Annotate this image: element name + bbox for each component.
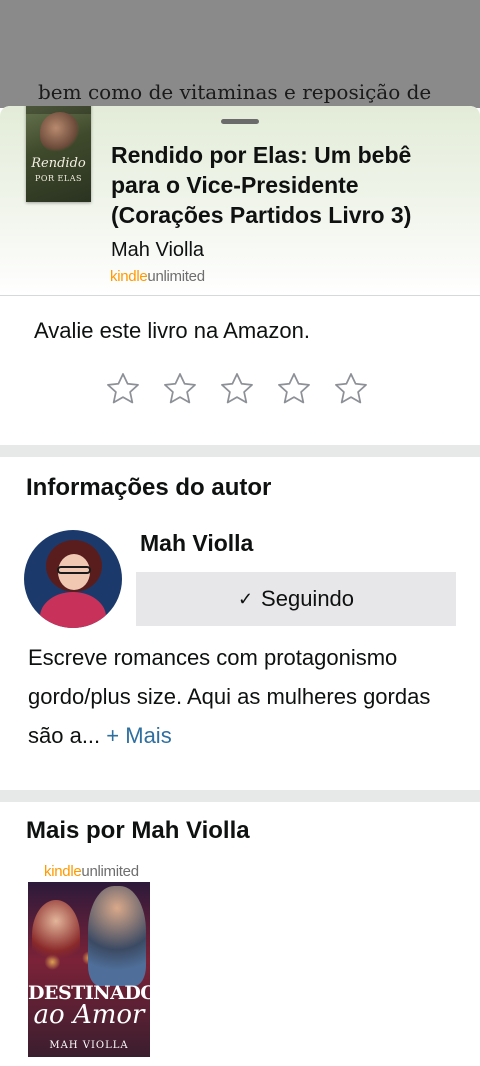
author-bio-text: Escreve romances com protagonismo gordo/… <box>28 645 431 748</box>
following-label: Seguindo <box>261 586 355 611</box>
book-info-sheet: Rendido POR ELAS Rendido por Elas: Um be… <box>0 106 480 1066</box>
related-book-cover[interactable]: DESTINADOS ao Amor MAH VIOLLA <box>28 882 150 1057</box>
section-divider <box>0 445 480 457</box>
star-icon-3[interactable] <box>218 370 256 408</box>
kindle-unlimited-logo-kindle: kindle <box>44 863 82 880</box>
avatar-body <box>40 592 106 628</box>
avatar-glasses <box>57 566 91 574</box>
author-name[interactable]: Mah Violla <box>140 530 253 557</box>
author-bio: Escreve romances com protagonismo gordo/… <box>28 638 458 755</box>
background-page: bem como de vitaminas e reposição de <box>0 0 480 108</box>
more-by-author-heading: Mais por Mah Violla <box>26 817 250 844</box>
section-divider <box>0 790 480 802</box>
related-cover-author: MAH VIOLLA <box>49 1040 129 1051</box>
star-icon-4[interactable] <box>275 370 313 408</box>
background-page-text: bem como de vitaminas e reposição de <box>38 80 432 104</box>
following-button[interactable]: ✓ Seguindo <box>136 572 456 626</box>
star-icon-1[interactable] <box>104 370 142 408</box>
cover-figure-woman <box>32 900 80 970</box>
book-header: Rendido POR ELAS Rendido por Elas: Um be… <box>0 106 480 296</box>
star-icon-5[interactable] <box>332 370 370 408</box>
cover-subtitle: POR ELAS <box>35 174 82 183</box>
star-rating <box>104 370 370 408</box>
kindle-unlimited-logo-unlimited: unlimited <box>147 268 205 285</box>
rate-prompt: Avalie este livro na Amazon. <box>34 318 310 343</box>
book-title: Rendido por Elas: Um bebê para o Vice-Pr… <box>111 142 412 228</box>
author-info-heading: Informações do autor <box>26 474 272 501</box>
book-author[interactable]: Mah Violla <box>111 239 204 262</box>
cover-figure-man <box>88 886 146 986</box>
book-cover[interactable]: Rendido POR ELAS <box>26 106 91 202</box>
cover-illustration <box>40 112 80 152</box>
kindle-unlimited-logo-kindle: kindle <box>110 268 148 285</box>
related-cover-subtitle: ao Amor <box>33 1000 145 1030</box>
sheet-drag-handle[interactable] <box>221 119 259 124</box>
author-avatar[interactable] <box>24 530 122 628</box>
kindle-unlimited-logo: kindleunlimited <box>44 863 139 880</box>
star-icon-2[interactable] <box>161 370 199 408</box>
bio-more-link[interactable]: + Mais <box>106 723 171 748</box>
kindle-unlimited-logo: kindleunlimited <box>110 268 205 285</box>
check-icon: ✓ <box>237 588 254 609</box>
cover-title: Rendido <box>31 156 86 171</box>
kindle-unlimited-logo-unlimited: unlimited <box>81 863 139 880</box>
